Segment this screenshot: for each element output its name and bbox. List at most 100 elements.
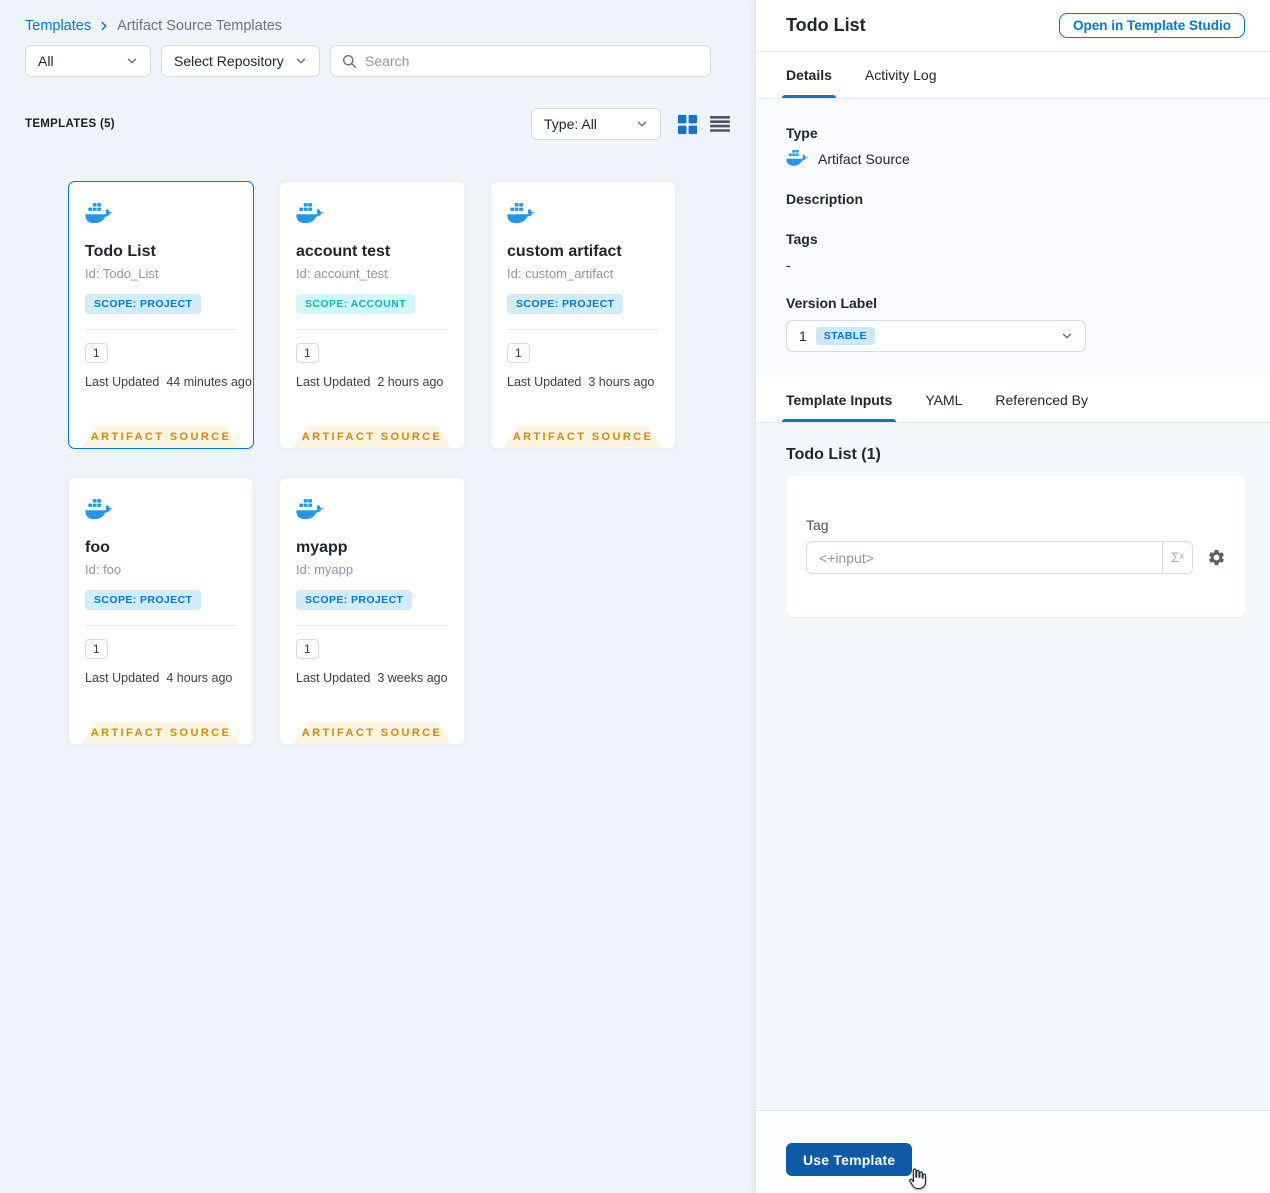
tab-template-inputs[interactable]: Template Inputs (781, 377, 897, 422)
scope-badge: SCOPE: PROJECT (507, 294, 624, 314)
search-icon (343, 54, 357, 68)
topbar: Templates Artifact Source Templates All … (0, 0, 755, 77)
templates-count-label: TEMPLATES (5) (25, 118, 115, 130)
inputs-heading: Todo List (1) (786, 446, 881, 463)
card-divider (296, 329, 448, 330)
template-name: myapp (296, 539, 348, 556)
scope-filter-value: All (38, 53, 54, 69)
list-header: TEMPLATES (5) Type: All (0, 108, 755, 140)
filter-row: All Select Repository (25, 45, 730, 77)
docker-icon (85, 203, 113, 224)
docker-icon (786, 150, 808, 166)
breadcrumb-templates-link[interactable]: Templates (25, 18, 91, 34)
panel-footer: Use Template (756, 1110, 1270, 1193)
card-divider (85, 329, 237, 330)
stable-badge: STABLE (815, 327, 875, 345)
version-count: 1 (296, 639, 319, 659)
inputs-tab-bar: Template Inputs YAML Referenced By (756, 377, 1270, 423)
chevron-right-icon (101, 21, 107, 31)
template-card-custom-artifact[interactable]: custom artifact Id: custom_artifact SCOP… (490, 181, 676, 449)
panel-title: Todo List (786, 15, 866, 35)
tab-referenced-by[interactable]: Referenced By (995, 377, 1088, 422)
docker-icon (296, 203, 324, 224)
scope-badge: SCOPE: PROJECT (296, 590, 413, 610)
tag-input-card: Tag <+input> Σˣ (786, 476, 1246, 617)
artifact-source-ribbon: ARTIFACT SOURCE (504, 426, 662, 448)
artifact-source-ribbon: ARTIFACT SOURCE (293, 426, 451, 448)
description-label: Description (786, 191, 864, 207)
last-updated: Last Updated 44 minutes ago (85, 375, 252, 389)
card-divider (85, 625, 237, 626)
last-updated: Last Updated 3 weeks ago (296, 671, 448, 685)
scope-badge: SCOPE: ACCOUNT (296, 294, 415, 314)
template-name: Todo List (85, 243, 156, 260)
card-divider (296, 625, 448, 626)
details-section: Type Artifact Source Description Tags - … (756, 99, 1270, 377)
template-name: foo (85, 539, 110, 556)
scope-filter-dropdown[interactable]: All (25, 45, 151, 77)
version-count: 1 (296, 343, 319, 363)
template-card-myapp[interactable]: myapp Id: myapp SCOPE: PROJECT 1 Last Up… (279, 477, 465, 745)
templates-panel: Templates Artifact Source Templates All … (0, 0, 755, 1193)
version-label: Version Label (786, 295, 878, 311)
repository-filter-value: Select Repository (174, 53, 284, 69)
template-name: account test (296, 243, 391, 260)
tag-input[interactable]: <+input> Σˣ (806, 541, 1193, 574)
template-id: Id: custom_artifact (507, 266, 614, 281)
tags-value: - (786, 257, 791, 273)
docker-icon (85, 499, 113, 520)
tab-yaml[interactable]: YAML (925, 377, 962, 422)
type-filter-dropdown[interactable]: Type: All (531, 108, 661, 140)
version-count: 1 (85, 343, 108, 363)
search-input[interactable] (365, 53, 699, 69)
template-id: Id: account_test (296, 266, 388, 281)
type-filter-value: Type: All (544, 116, 597, 132)
gear-icon[interactable] (1207, 548, 1226, 567)
grid-view-icon[interactable] (678, 114, 697, 134)
last-updated: Last Updated 4 hours ago (85, 671, 233, 685)
template-card-account-test[interactable]: account test Id: account_test SCOPE: ACC… (279, 181, 465, 449)
search-box[interactable] (330, 45, 711, 77)
tab-details[interactable]: Details (782, 52, 836, 98)
template-id: Id: Todo_List (85, 266, 159, 281)
last-updated: Last Updated 3 hours ago (507, 375, 655, 389)
tab-activity-log[interactable]: Activity Log (865, 52, 937, 98)
version-select[interactable]: 1 STABLE (786, 320, 1086, 352)
docker-icon (507, 203, 535, 224)
artifact-source-ribbon: ARTIFACT SOURCE (293, 722, 451, 744)
tag-label: Tag (806, 517, 829, 533)
template-card-todo-list[interactable]: Todo List Id: Todo_List SCOPE: PROJECT 1… (68, 181, 254, 449)
tag-input-value: <+input> (819, 549, 874, 566)
open-in-template-studio-button[interactable]: Open in Template Studio (1058, 13, 1245, 38)
template-id: Id: myapp (296, 562, 354, 577)
repository-filter-dropdown[interactable]: Select Repository (161, 45, 320, 77)
scope-badge: SCOPE: PROJECT (85, 294, 202, 314)
template-name: custom artifact (507, 243, 622, 260)
artifact-source-ribbon: ARTIFACT SOURCE (82, 426, 240, 448)
tags-label: Tags (786, 231, 818, 247)
card-divider (507, 329, 659, 330)
app-window: Templates Artifact Source Templates All … (0, 0, 1270, 1193)
list-view-icon[interactable] (710, 115, 730, 134)
template-card-foo[interactable]: foo Id: foo SCOPE: PROJECT 1 Last Update… (68, 477, 254, 745)
chevron-down-icon (1061, 330, 1073, 342)
template-inputs-section: Todo List (1) Tag <+input> Σˣ (756, 423, 1270, 1110)
breadcrumb-current: Artifact Source Templates (117, 18, 283, 34)
version-count: 1 (85, 639, 108, 659)
chevron-down-icon (637, 121, 647, 127)
scope-badge: SCOPE: PROJECT (85, 590, 202, 610)
expression-toggle-button[interactable]: Σˣ (1162, 542, 1192, 573)
breadcrumb: Templates Artifact Source Templates (25, 18, 730, 34)
type-value: Artifact Source (818, 150, 910, 167)
docker-icon (296, 499, 324, 520)
use-template-button[interactable]: Use Template (786, 1143, 913, 1176)
type-label: Type (786, 125, 818, 141)
version-count: 1 (507, 343, 530, 363)
template-id: Id: foo (85, 562, 122, 577)
chevron-down-icon (296, 58, 306, 64)
details-tab-bar: Details Activity Log (756, 52, 1270, 99)
template-card-grid: Todo List Id: Todo_List SCOPE: PROJECT 1… (68, 181, 755, 745)
version-number: 1 (799, 328, 807, 344)
panel-header: Todo List Open in Template Studio (756, 0, 1270, 52)
last-updated: Last Updated 2 hours ago (296, 375, 444, 389)
